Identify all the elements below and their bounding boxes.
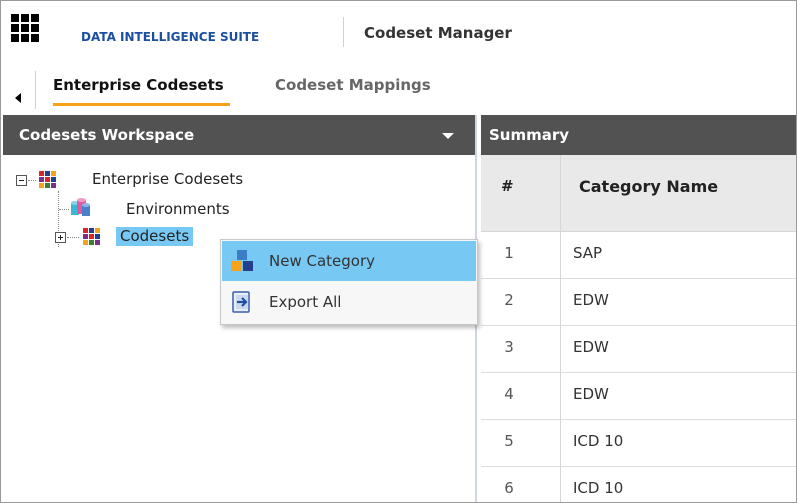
top-bar: DATA INTELLIGENCE SUITE Codeset Manager bbox=[1, 1, 796, 57]
table-row[interactable]: 6 ICD 10 bbox=[481, 467, 796, 502]
summary-panel: Summary # Category Name 1 SAP 2 EDW 3 ED… bbox=[481, 115, 796, 502]
tree-connector bbox=[59, 209, 69, 210]
tree-connector bbox=[28, 180, 36, 181]
tab-bar: Enterprise Codesets Codeset Mappings bbox=[1, 63, 796, 111]
summary-header: Summary bbox=[481, 115, 796, 155]
column-divider bbox=[560, 155, 561, 502]
context-menu: New Category Export All bbox=[220, 239, 478, 325]
table-row[interactable]: 5 ICD 10 bbox=[481, 420, 796, 467]
row-category-name: EDW bbox=[573, 291, 609, 309]
tab-divider bbox=[35, 71, 36, 109]
workspace-header: Codesets Workspace bbox=[3, 115, 475, 155]
row-number: 1 bbox=[504, 244, 514, 262]
app-launcher-grid-icon[interactable] bbox=[11, 14, 39, 42]
row-number: 6 bbox=[504, 479, 514, 497]
app-window: DATA INTELLIGENCE SUITE Codeset Manager … bbox=[0, 0, 797, 503]
module-title: Codeset Manager bbox=[364, 24, 512, 42]
column-header-category-name[interactable]: Category Name bbox=[579, 177, 718, 196]
new-category-icon bbox=[231, 250, 253, 271]
row-number: 5 bbox=[504, 432, 514, 450]
column-header-number[interactable]: # bbox=[501, 177, 514, 195]
tab-codeset-mappings[interactable]: Codeset Mappings bbox=[275, 76, 431, 103]
tree-node-codesets[interactable]: Codesets bbox=[116, 227, 194, 246]
tree-node-enterprise-codesets[interactable]: Enterprise Codesets bbox=[92, 170, 243, 188]
menu-item-label: Export All bbox=[269, 293, 342, 311]
row-category-name: EDW bbox=[573, 385, 609, 403]
row-category-name: SAP bbox=[573, 244, 603, 262]
environments-database-icon bbox=[71, 198, 90, 216]
table-row[interactable]: 3 EDW bbox=[481, 326, 796, 373]
row-number: 4 bbox=[504, 385, 514, 403]
table-row[interactable]: 4 EDW bbox=[481, 373, 796, 420]
row-category-name: ICD 10 bbox=[573, 479, 624, 497]
header-divider bbox=[343, 17, 344, 47]
codesets-label: Codesets bbox=[116, 227, 194, 246]
table-header: # Category Name bbox=[481, 155, 796, 232]
workspace-dropdown-icon[interactable] bbox=[442, 133, 454, 139]
summary-title: Summary bbox=[489, 126, 570, 144]
brand-title[interactable]: DATA INTELLIGENCE SUITE bbox=[81, 30, 259, 44]
row-number: 2 bbox=[504, 291, 514, 309]
tree-node-environments[interactable]: Environments bbox=[126, 200, 230, 218]
collapse-arrow-icon[interactable] bbox=[15, 93, 21, 103]
expand-codesets-icon[interactable] bbox=[55, 232, 66, 243]
enterprise-codesets-icon bbox=[39, 171, 57, 189]
tree-connector bbox=[67, 237, 79, 238]
row-number: 3 bbox=[504, 338, 514, 356]
codesets-icon bbox=[83, 228, 101, 246]
workspace-title: Codesets Workspace bbox=[19, 126, 195, 144]
table-row[interactable]: 1 SAP bbox=[481, 232, 796, 279]
tab-enterprise-codesets[interactable]: Enterprise Codesets bbox=[53, 76, 230, 106]
export-icon bbox=[232, 291, 250, 313]
menu-item-export-all[interactable]: Export All bbox=[222, 282, 476, 322]
row-category-name: ICD 10 bbox=[573, 432, 624, 450]
collapse-root-icon[interactable] bbox=[16, 175, 27, 186]
table-row[interactable]: 2 EDW bbox=[481, 279, 796, 326]
menu-item-label: New Category bbox=[269, 252, 376, 270]
menu-item-new-category[interactable]: New Category bbox=[222, 241, 476, 281]
workspace-tree: Enterprise Codesets Environments Codeset… bbox=[3, 155, 475, 502]
row-category-name: EDW bbox=[573, 338, 609, 356]
